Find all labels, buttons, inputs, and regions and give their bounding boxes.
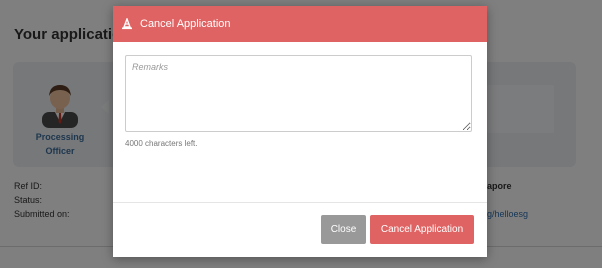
characters-left-text: 4000 characters left.: [125, 139, 198, 148]
cancel-application-button[interactable]: Cancel Application: [370, 215, 474, 244]
dialog-footer-divider: [113, 202, 487, 203]
cancel-application-dialog: Cancel Application 4000 characters left.…: [113, 6, 487, 257]
close-button[interactable]: Close: [321, 215, 366, 244]
cone-icon: [121, 17, 133, 30]
dialog-title: Cancel Application: [140, 18, 231, 30]
dialog-header: Cancel Application: [113, 6, 487, 42]
remarks-textarea[interactable]: [125, 55, 472, 132]
